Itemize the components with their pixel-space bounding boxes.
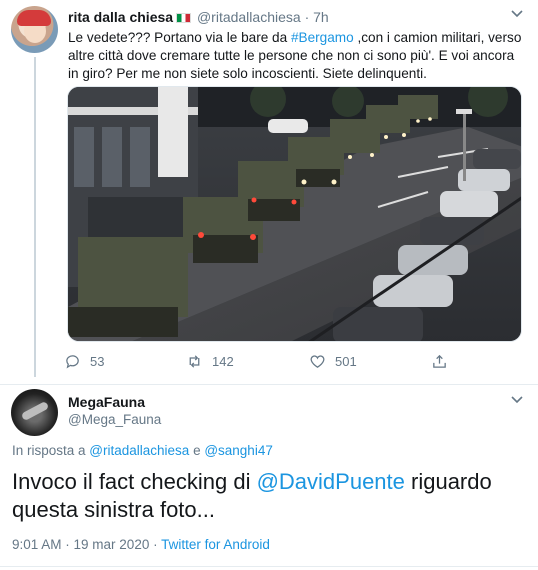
reply-context: In risposta a @ritadallachiesa e @sanghi… xyxy=(12,443,273,458)
reply-user-link[interactable]: @sanghi47 xyxy=(204,443,273,458)
tweet-divider xyxy=(0,384,538,385)
reply-button[interactable]: 53 xyxy=(64,353,104,370)
tweet-photo[interactable] xyxy=(67,86,522,342)
user-handle[interactable]: @Mega_Fauna xyxy=(68,412,161,427)
reply-count: 53 xyxy=(90,354,105,369)
tweet-time[interactable]: 9:01 AM xyxy=(12,537,62,552)
tweet-text-part: Le vedete??? Portano via le bare da xyxy=(68,30,291,45)
user-handle[interactable]: @ritadallachiesa xyxy=(197,9,301,25)
night-street-military-trucks-photo-icon xyxy=(68,87,521,341)
meta-separator: · xyxy=(149,537,162,552)
like-count: 501 xyxy=(335,354,357,369)
heart-icon xyxy=(310,355,325,368)
separator: · xyxy=(304,9,310,25)
retweet-count: 142 xyxy=(212,354,234,369)
reply-icon xyxy=(66,355,79,369)
mention-link[interactable]: @DavidPuente xyxy=(257,469,405,494)
tweet-text-part: Invoco il fact checking di xyxy=(12,469,257,494)
display-name[interactable]: rita dalla chiesa xyxy=(68,9,173,25)
reply-and: e xyxy=(189,443,205,458)
avatar[interactable] xyxy=(11,389,58,436)
tweet-text: Le vedete??? Portano via le bare da #Ber… xyxy=(68,29,528,83)
tweet-date[interactable]: 19 mar 2020 xyxy=(74,537,150,552)
thread-connector-line xyxy=(34,57,36,377)
original-tweet[interactable]: rita dalla chiesa @ritadallachiesa · 7h … xyxy=(0,0,538,385)
hashtag-link[interactable]: #Bergamo xyxy=(291,30,354,45)
tweet-actions: 53 142 501 xyxy=(64,353,464,373)
avatar[interactable] xyxy=(11,6,58,53)
chevron-down-icon[interactable] xyxy=(510,392,524,409)
chevron-down-icon[interactable] xyxy=(510,6,524,23)
share-button[interactable] xyxy=(431,353,457,370)
retweet-icon xyxy=(189,355,200,368)
display-name[interactable]: MegaFauna xyxy=(68,394,145,410)
tweet-text: Invoco il fact checking di @DavidPuente … xyxy=(12,468,522,524)
reply-user-link[interactable]: @ritadallachiesa xyxy=(89,443,189,458)
italy-flag-icon xyxy=(176,13,192,23)
meta-separator: · xyxy=(61,537,74,552)
avatar-bird xyxy=(20,400,50,422)
source-link[interactable]: Twitter for Android xyxy=(161,537,270,552)
reply-prefix: In risposta a xyxy=(12,443,90,458)
tweet-meta: 9:01 AM · 19 mar 2020 · Twitter for Andr… xyxy=(12,537,270,552)
tweet-divider xyxy=(0,566,538,567)
tweet-header: rita dalla chiesa @ritadallachiesa · 7h xyxy=(68,9,329,25)
like-button[interactable]: 501 xyxy=(309,353,357,370)
tweet-time[interactable]: 7h xyxy=(313,9,329,25)
retweet-button[interactable]: 142 xyxy=(186,353,234,370)
share-icon xyxy=(433,354,446,368)
avatar-hair xyxy=(17,10,51,26)
